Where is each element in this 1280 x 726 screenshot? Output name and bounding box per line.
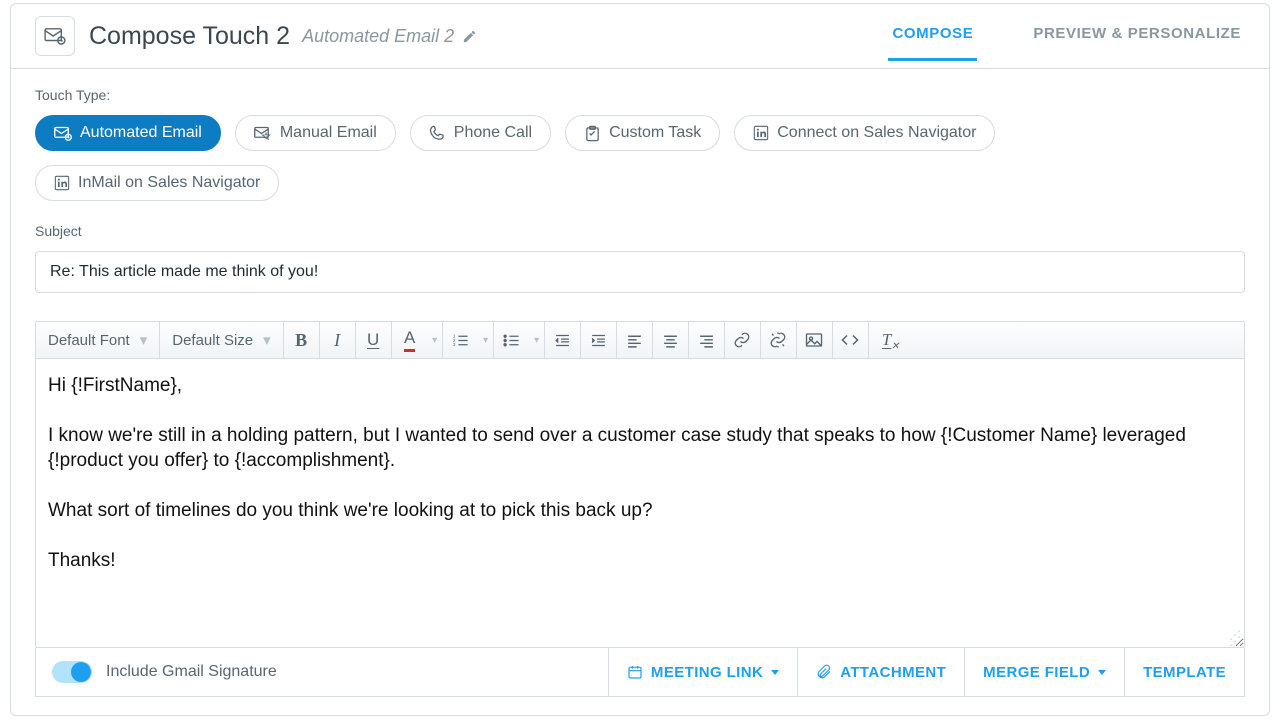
email-body-editor[interactable]: Hi {!FirstName}, I know we're still in a… [36, 359, 1244, 647]
resize-handle-icon: ⋰⋰ [1229, 632, 1241, 644]
chevron-down-icon: ▾ [140, 331, 148, 349]
chip-label: Automated Email [80, 124, 202, 142]
merge-field-button[interactable]: MERGE FIELD [964, 648, 1124, 696]
chevron-down-icon [1098, 670, 1106, 675]
clear-format-button[interactable]: T✕ [869, 322, 905, 358]
align-center-button[interactable] [653, 322, 689, 358]
action-label: ATTACHMENT [840, 664, 946, 681]
font-family-select[interactable]: Default Font ▾ [36, 322, 159, 358]
page-title: Compose Touch 2 [89, 22, 290, 51]
email-manual-icon [254, 126, 272, 141]
compose-touch-card: Compose Touch 2 Automated Email 2 COMPOS… [10, 3, 1270, 716]
rte-toolbar: Default Font ▾ Default Size ▾ B I U A ▾ … [36, 322, 1244, 359]
text-color-button[interactable]: A [392, 322, 428, 358]
ordered-list-caret[interactable]: ▾ [479, 322, 494, 358]
chip-automated-email[interactable]: Automated Email [35, 115, 221, 151]
chip-label: InMail on Sales Navigator [78, 174, 260, 192]
rte-editor: Default Font ▾ Default Size ▾ B I U A ▾ … [35, 321, 1245, 648]
task-icon [584, 125, 601, 142]
bold-button[interactable]: B [284, 322, 320, 358]
editor-footer: Include Gmail Signature MEETING LINK ATT… [35, 648, 1245, 697]
edit-name-icon[interactable] [462, 29, 477, 44]
signature-toggle[interactable] [52, 661, 92, 683]
body-line: Thanks! [48, 548, 1232, 574]
indent-button[interactable] [581, 322, 617, 358]
subject-input[interactable] [35, 251, 1245, 293]
body-line: Hi {!FirstName}, [48, 373, 1232, 399]
touch-email-icon [35, 16, 75, 56]
body-line: What sort of timelines do you think we'r… [48, 498, 1232, 524]
unordered-list-button[interactable] [494, 322, 530, 358]
align-left-button[interactable] [617, 322, 653, 358]
subject-label: Subject [35, 223, 1245, 239]
email-automated-icon [54, 126, 72, 141]
align-right-button[interactable] [689, 322, 725, 358]
header-tabs: COMPOSE PREVIEW & PERSONALIZE [888, 25, 1245, 48]
chip-label: Phone Call [454, 124, 532, 142]
font-family-value: Default Font [48, 332, 130, 349]
image-button[interactable] [797, 322, 833, 358]
font-size-select[interactable]: Default Size ▾ [160, 322, 282, 358]
template-button[interactable]: TEMPLATE [1124, 648, 1244, 696]
linkedin-icon [753, 125, 769, 141]
tab-preview-personalize[interactable]: PREVIEW & PERSONALIZE [1029, 25, 1245, 61]
touch-type-label: Touch Type: [35, 87, 1245, 103]
attachment-button[interactable]: ATTACHMENT [797, 648, 964, 696]
chip-manual-email[interactable]: Manual Email [235, 115, 396, 151]
meeting-link-button[interactable]: MEETING LINK [608, 648, 797, 696]
linkedin-icon [54, 175, 70, 191]
chip-inmail-salesnav[interactable]: InMail on Sales Navigator [35, 165, 279, 201]
action-label: MERGE FIELD [983, 664, 1090, 681]
chevron-down-icon [771, 670, 779, 675]
page-subtitle: Automated Email 2 [302, 26, 477, 47]
header: Compose Touch 2 Automated Email 2 COMPOS… [11, 4, 1269, 69]
text-color-caret[interactable]: ▾ [428, 322, 443, 358]
code-view-button[interactable] [833, 322, 869, 358]
chip-label: Custom Task [609, 124, 701, 142]
underline-button[interactable]: U [356, 322, 392, 358]
touch-type-chips: Automated Email Manual Email Phone Call … [35, 115, 1245, 201]
chip-phone-call[interactable]: Phone Call [410, 115, 551, 151]
body-line: I know we're still in a holding pattern,… [48, 423, 1232, 474]
chip-label: Connect on Sales Navigator [777, 124, 976, 142]
footer-actions: MEETING LINK ATTACHMENT MERGE FIELD TEMP… [608, 648, 1244, 696]
phone-icon [429, 125, 446, 142]
action-label: TEMPLATE [1143, 664, 1226, 681]
chip-custom-task[interactable]: Custom Task [565, 115, 720, 151]
signature-toggle-wrap: Include Gmail Signature [36, 648, 293, 696]
italic-button[interactable]: I [320, 322, 356, 358]
svg-text:3: 3 [453, 342, 456, 348]
font-size-value: Default Size [172, 332, 253, 349]
signature-label: Include Gmail Signature [106, 663, 277, 681]
outdent-button[interactable] [545, 322, 581, 358]
chevron-down-icon: ▾ [263, 331, 271, 349]
action-label: MEETING LINK [651, 664, 763, 681]
subtitle-text: Automated Email 2 [302, 26, 454, 47]
body-section: Touch Type: Automated Email Manual Email… [11, 69, 1269, 293]
unlink-button[interactable] [761, 322, 797, 358]
ordered-list-button[interactable]: 123 [443, 322, 479, 358]
tab-compose[interactable]: COMPOSE [888, 25, 977, 61]
chip-label: Manual Email [280, 124, 377, 142]
attachment-icon [816, 664, 832, 680]
unordered-list-caret[interactable]: ▾ [530, 322, 545, 358]
calendar-icon [627, 664, 643, 680]
chip-connect-salesnav[interactable]: Connect on Sales Navigator [734, 115, 995, 151]
link-button[interactable] [725, 322, 761, 358]
